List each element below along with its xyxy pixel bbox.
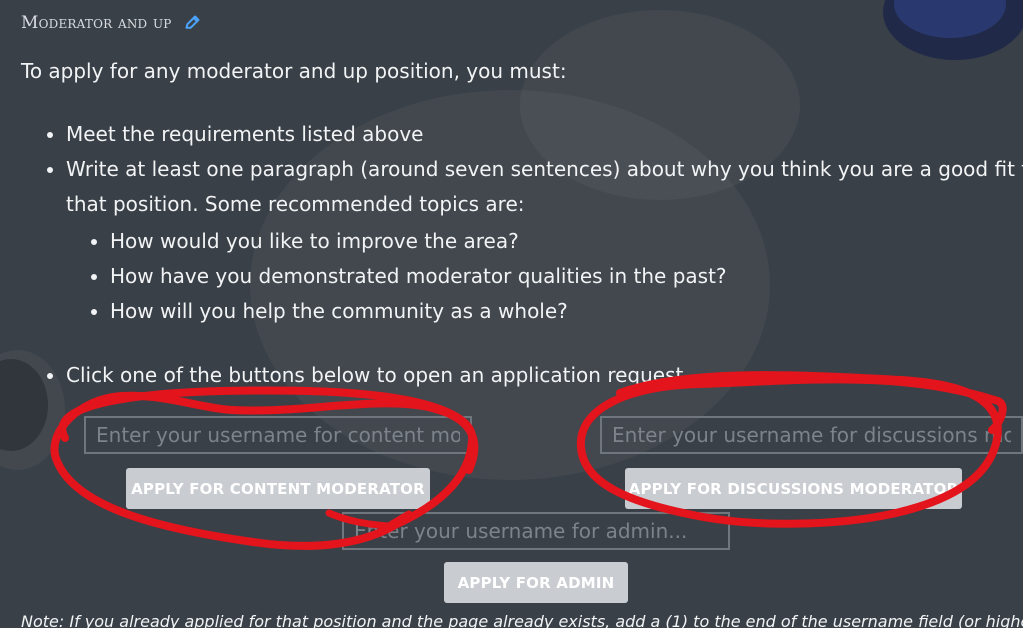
topic-item: How would you like to improve the area? [110, 224, 1023, 259]
apply-admin-button[interactable]: Apply for admin [444, 562, 628, 603]
content-moderator-username-input[interactable] [84, 416, 472, 454]
requirement-item: Meet the requirements listed above [66, 117, 1023, 152]
recommended-topics-list: How would you like to improve the area? … [66, 224, 1023, 329]
pencil-icon[interactable] [182, 13, 202, 33]
instruction-item: Click one of the buttons below to open a… [66, 358, 1023, 393]
topic-item: How will you help the community as a who… [110, 294, 1023, 329]
instruction-list: Click one of the buttons below to open a… [20, 358, 1023, 393]
page: Moderator and up To apply for any modera… [0, 0, 1023, 628]
requirement-item: Write at least one paragraph (around sev… [66, 152, 1023, 329]
topic-item: How have you demonstrated moderator qual… [110, 259, 1023, 294]
apply-content-moderator-button[interactable]: Apply for content moderator [126, 468, 430, 509]
discussions-moderator-username-input[interactable] [600, 416, 1023, 454]
section-title: Moderator and up [21, 13, 172, 33]
requirements-list: Meet the requirements listed above Write… [20, 117, 1023, 329]
apply-discussions-moderator-button[interactable]: Apply for discussions moderator [625, 468, 962, 509]
admin-username-input[interactable] [342, 512, 730, 550]
section-heading: Moderator and up [21, 8, 202, 38]
requirement-text: Write at least one paragraph (around sev… [66, 157, 1023, 216]
application-note: Note: If you already applied for that po… [21, 612, 1023, 628]
intro-text: To apply for any moderator and up positi… [21, 59, 567, 83]
